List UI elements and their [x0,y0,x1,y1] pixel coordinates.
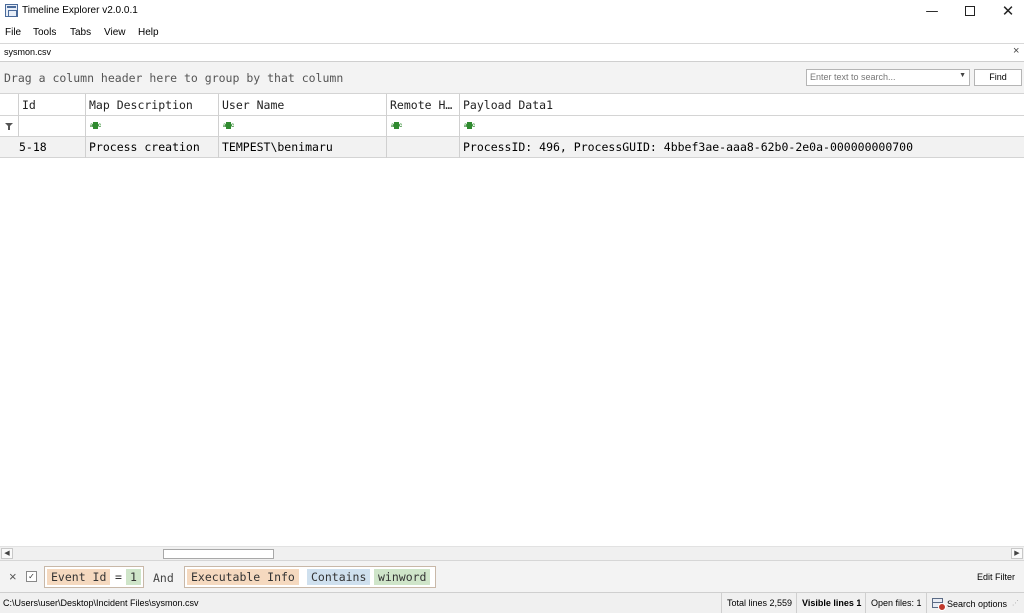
cell-payload-data1[interactable]: ProcessID: 496, ProcessGUID: 4bbef3ae-aa… [460,137,1024,158]
scroll-left-button[interactable]: ◀ [1,548,13,559]
file-path: C:\Users\user\Desktop\Incident Files\sys… [3,598,199,608]
table-row[interactable]: 5-18 Process creation TEMPEST\benimaru P… [0,137,1024,158]
funnel-icon [5,123,13,130]
search-options-icon [932,598,946,611]
scroll-right-button[interactable]: ▶ [1011,548,1023,559]
filter-value[interactable]: 1 [126,569,141,585]
filter-field[interactable]: Event Id [47,569,111,585]
horizontal-scrollbar[interactable]: ◀ ▶ [0,546,1024,560]
column-header-user-name[interactable]: User Name [219,94,387,116]
abc-text-filter-icon[interactable]: ac [391,122,402,129]
row-indicator-header [0,94,19,116]
filter-field[interactable]: Executable Info [187,569,299,585]
filter-bar: × ✓ Event Id = 1 And Executable Info Con… [0,560,1024,592]
column-header-id[interactable]: Id [19,94,86,116]
search-options-label: Search options [947,599,1008,609]
search-placeholder: Enter text to search... [810,72,896,82]
cell-map-description[interactable]: Process creation [86,137,219,158]
filter-operator[interactable]: = [113,569,124,585]
find-button[interactable]: Find [974,69,1022,86]
dropdown-arrow-icon[interactable]: ▼ [959,72,966,79]
visible-lines: Visible lines 1 [796,593,866,613]
cell-remote-host[interactable] [387,137,460,158]
menu-file[interactable]: File [5,27,21,38]
filter-cell-id[interactable] [19,116,86,137]
column-header-map-description[interactable]: Map Description [86,94,219,116]
group-by-panel[interactable]: Drag a column header here to group by th… [0,62,1024,94]
document-tab-strip: sysmon.csv × [0,43,1024,62]
grid-header: Id Map Description User Name Remote H… P… [0,94,1024,116]
filter-joiner[interactable]: And [153,571,174,585]
close-window-button[interactable]: ✕ [988,0,1024,23]
column-header-payload-data1[interactable]: Payload Data1 [460,94,1024,116]
status-bar: C:\Users\user\Desktop\Incident Files\sys… [0,592,1024,613]
abc-text-filter-icon[interactable]: ac [90,122,101,129]
filter-cell-map-description[interactable]: ac [86,116,219,137]
menu-tabs[interactable]: Tabs [70,27,91,38]
tab-sysmon[interactable]: sysmon.csv [4,47,51,57]
window-title: Timeline Explorer v2.0.0.1 [22,5,138,16]
search-input[interactable]: Enter text to search... ▼ [806,69,970,86]
minimize-button[interactable]: — [912,0,952,23]
tab-close-button[interactable]: × [1013,45,1019,57]
app-icon [5,4,18,17]
maximize-icon [965,5,975,16]
clear-filter-button[interactable]: × [9,569,17,584]
abc-text-filter-icon[interactable]: ac [464,122,475,129]
column-header-remote-host[interactable]: Remote H… [387,94,460,116]
total-lines: Total lines 2,559 [721,593,797,613]
resize-grip-icon[interactable]: ⋰ [1012,600,1022,611]
cell-user-name[interactable]: TEMPEST\benimaru [219,137,387,158]
maximize-button[interactable] [950,0,990,23]
cell-id[interactable]: 5-18 [19,137,86,158]
filter-value[interactable]: winword [374,569,431,585]
title-bar: Timeline Explorer v2.0.0.1 — ✕ [0,0,1024,23]
filter-condition-2[interactable]: Executable Info Contains winword [184,566,436,588]
filter-condition-1[interactable]: Event Id = 1 [44,566,144,588]
filter-cell-remote-host[interactable]: ac [387,116,460,137]
enable-filter-checkbox[interactable]: ✓ [26,571,37,582]
filter-cell-user-name[interactable]: ac [219,116,387,137]
menu-tools[interactable]: Tools [33,27,56,38]
edit-filter-button[interactable]: Edit Filter [977,572,1015,582]
scrollbar-thumb[interactable] [163,549,274,559]
row-indicator[interactable] [0,137,19,158]
menu-view[interactable]: View [104,27,126,38]
filter-operator[interactable]: Contains [307,569,371,585]
menu-help[interactable]: Help [138,27,159,38]
menu-bar: File Tools Tabs View Help [0,23,1024,43]
search-options-button[interactable]: Search options [926,593,1012,613]
group-by-hint: Drag a column header here to group by th… [4,71,344,85]
filter-cell-payload-data1[interactable]: ac [460,116,1024,137]
filter-row-indicator [0,116,19,137]
open-files: Open files: 1 [865,593,927,613]
auto-filter-row: ac ac ac ac [0,116,1024,137]
abc-text-filter-icon[interactable]: ac [223,122,234,129]
